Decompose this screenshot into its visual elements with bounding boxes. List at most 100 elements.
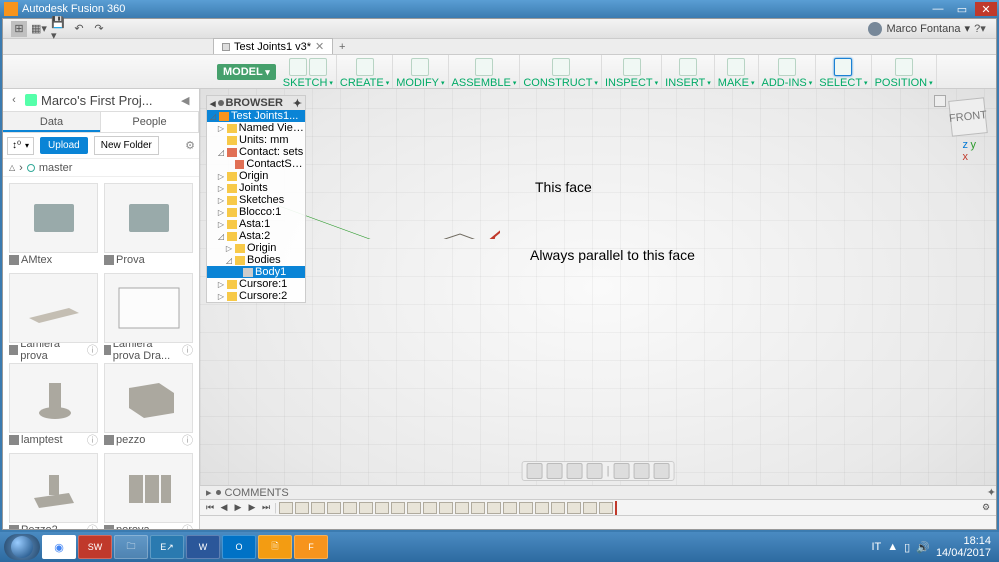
workspace-model[interactable]: MODEL ▾ (217, 64, 276, 80)
help-button[interactable]: ?▾ (972, 21, 988, 37)
viewports-icon[interactable] (653, 463, 669, 479)
timeline-feature[interactable] (471, 502, 485, 514)
viewcube-home[interactable] (934, 95, 946, 107)
browser-item[interactable]: ▷Origin (207, 242, 305, 254)
timeline-feature[interactable] (311, 502, 325, 514)
browser-item-selected[interactable]: Body1 (207, 266, 305, 278)
tray-lang[interactable]: IT (872, 541, 882, 553)
timeline-feature[interactable] (407, 502, 421, 514)
browser-item[interactable]: ▷Joints (207, 182, 305, 194)
thumb-porova[interactable]: porovaⓘ (104, 453, 193, 529)
thumb-pezzo2[interactable]: Pezzo2ⓘ (9, 453, 98, 529)
thumb-prova[interactable]: Prova (104, 183, 193, 267)
gear-icon[interactable]: ⚙ (185, 139, 195, 152)
timeline-feature[interactable] (327, 502, 341, 514)
ribbon-inspect[interactable]: INSPECT▾ (602, 55, 662, 88)
taskbar-explorer[interactable]: 🗀 (114, 535, 148, 559)
new-folder-button[interactable]: New Folder (94, 136, 159, 155)
viewcube[interactable]: FRONT (948, 97, 988, 137)
system-tray[interactable]: IT ▲ ▯ 🔊 18:14 14/04/2017 (872, 535, 996, 559)
display-icon[interactable] (613, 463, 629, 479)
taskbar-outlook[interactable]: O (222, 535, 256, 559)
taskbar-app[interactable]: 🗎 (258, 535, 292, 559)
browser-item[interactable]: Units: mm (207, 134, 305, 146)
timeline-fwd[interactable]: ▶ (246, 502, 258, 514)
data-panel-toggle[interactable]: ⊞ (11, 21, 27, 37)
thumb-lamiera[interactable]: Lamiera provaⓘ (9, 273, 98, 357)
timeline-feature[interactable] (439, 502, 453, 514)
browser-item[interactable]: ▷Cursore:2 (207, 290, 305, 302)
timeline-feature[interactable] (375, 502, 389, 514)
window-minimize[interactable]: — (927, 2, 949, 16)
timeline-feature[interactable] (519, 502, 533, 514)
timeline-marker[interactable] (615, 501, 617, 515)
browser-item[interactable]: ◿Bodies (207, 254, 305, 266)
close-icon[interactable]: ✕ (315, 40, 324, 53)
tray-clock[interactable]: 18:14 14/04/2017 (936, 535, 991, 559)
timeline-feature[interactable] (503, 502, 517, 514)
ribbon-make[interactable]: MAKE▾ (715, 55, 759, 88)
browser-header[interactable]: ◂BROWSER✦ (207, 96, 305, 110)
timeline-end[interactable]: ⏭ (260, 502, 272, 514)
ribbon-assemble[interactable]: ASSEMBLE▾ (449, 55, 521, 88)
browser-item[interactable]: ▷Asta:1 (207, 218, 305, 230)
timeline-feature[interactable] (343, 502, 357, 514)
timeline-feature[interactable] (583, 502, 597, 514)
grid-icon[interactable] (633, 463, 649, 479)
thumb-lamptest[interactable]: lamptestⓘ (9, 363, 98, 447)
taskbar-es[interactable]: E↗ (150, 535, 184, 559)
undo-button[interactable]: ↶ (71, 21, 87, 37)
orbit-icon[interactable] (527, 463, 543, 479)
fit-icon[interactable] (587, 463, 603, 479)
timeline-start[interactable]: ⏮ (204, 502, 216, 514)
timeline-feature[interactable] (391, 502, 405, 514)
upload-button[interactable]: Upload (40, 137, 88, 154)
file-menu[interactable]: ▦▾ (31, 21, 47, 37)
thumb-amtex[interactable]: AMtex (9, 183, 98, 267)
pan-icon[interactable] (547, 463, 563, 479)
zoom-icon[interactable] (567, 463, 583, 479)
tab-people[interactable]: People (101, 112, 199, 132)
user-menu[interactable]: Marco Fontana ▾ (868, 22, 970, 36)
window-close[interactable]: ✕ (975, 2, 997, 16)
taskbar-word[interactable]: W (186, 535, 220, 559)
browser-item[interactable]: ▷Cursore:1 (207, 278, 305, 290)
start-button[interactable] (4, 534, 40, 560)
thumb-lamiera-dra[interactable]: Lamiera prova Dra...ⓘ (104, 273, 193, 357)
thumb-pezzo[interactable]: pezzoⓘ (104, 363, 193, 447)
tab-data[interactable]: Data (3, 112, 101, 132)
timeline-feature[interactable] (487, 502, 501, 514)
ribbon-position[interactable]: POSITION▾ (872, 55, 937, 88)
timeline-play[interactable]: ▶ (232, 502, 244, 514)
comments-bar[interactable]: ▸ COMMENTS ✦ (200, 485, 996, 499)
timeline-back[interactable]: ◀ (218, 502, 230, 514)
timeline-feature[interactable] (359, 502, 373, 514)
document-tab[interactable]: Test Joints1 v3* ✕ (213, 38, 333, 54)
timeline-feature[interactable] (567, 502, 581, 514)
redo-button[interactable]: ↷ (91, 21, 107, 37)
timeline-feature[interactable] (535, 502, 549, 514)
browser-item[interactable]: ▷Blocco:1 (207, 206, 305, 218)
back-icon[interactable]: ‹ (7, 93, 21, 107)
browser-item[interactable]: ▷Sketches (207, 194, 305, 206)
browser-root[interactable]: ◿Test Joints1... (207, 110, 305, 122)
hide-panel-icon[interactable]: ◀ (181, 94, 195, 107)
viewport[interactable]: This face Always parallel to this face F… (200, 89, 996, 529)
ribbon-insert[interactable]: INSERT▾ (662, 55, 715, 88)
ribbon-sketch[interactable]: SKETCH▾ (280, 55, 337, 88)
home-icon[interactable] (25, 94, 37, 106)
timeline-feature[interactable] (551, 502, 565, 514)
taskbar-chrome[interactable]: ◉ (42, 535, 76, 559)
timeline-feature[interactable] (455, 502, 469, 514)
breadcrumb[interactable]: △ › master (3, 159, 199, 177)
browser-item[interactable]: ▷Origin (207, 170, 305, 182)
sort-select[interactable]: ↕⁰ ▾ (7, 137, 34, 155)
window-maximize[interactable]: ▭ (951, 2, 973, 16)
timeline-settings[interactable]: ⚙ (980, 502, 992, 514)
browser-item[interactable]: ◿Contact: sets (207, 146, 305, 158)
ribbon-select[interactable]: SELECT▾ (816, 55, 871, 88)
save-button[interactable]: 💾▾ (51, 21, 67, 37)
timeline-feature[interactable] (295, 502, 309, 514)
browser-item[interactable]: ◿Asta:2 (207, 230, 305, 242)
ribbon-create[interactable]: CREATE▾ (337, 55, 393, 88)
